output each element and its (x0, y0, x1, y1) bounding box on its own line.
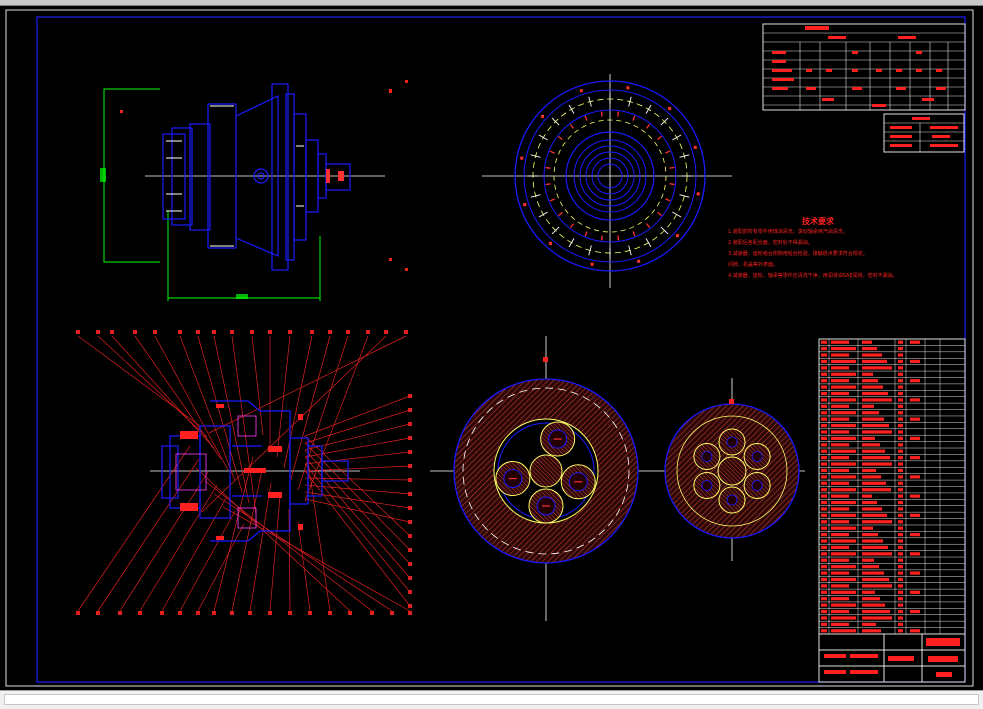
technical-notes: 1.装配前所有零件用煤油清洗，滚动轴承用汽油清洗。 2.装配后各配合面，密封处不… (728, 227, 918, 282)
parts-list-table (818, 338, 966, 635)
technical-note-item: 4.减速器、齿轮、轴承等零件应清洗干净，用润滑油SAE润滑，密封不漏油。 (728, 273, 898, 279)
horizontal-scrollbar[interactable] (0, 690, 983, 709)
drawing-viewport[interactable]: 技术要求 1.装配前所有零件用煤油清洗，滚动轴承用汽油清洗。 2.装配后各配合面… (0, 6, 983, 690)
title-block (818, 633, 966, 683)
planet-stage-2-section[interactable] (660, 378, 805, 561)
front-circular-view[interactable] (482, 74, 732, 288)
parameter-table (762, 23, 966, 111)
planet-stage-1-section[interactable] (430, 336, 660, 621)
technical-note-item: 间隙、机盖等外表面。 (728, 262, 779, 268)
section-assembly-view[interactable] (76, 330, 412, 615)
side-view[interactable] (100, 80, 408, 301)
technical-note-item: 2.装配后各配合面，密封处不得漏油。 (728, 240, 813, 246)
technical-note-item: 3.减速器、齿轮啮合侧隙用铅丝检验，接触斑点要求符合规定。 (728, 251, 868, 257)
technical-note-item: 1.装配前所有零件用煤油清洗，滚动轴承用汽油清洗。 (728, 229, 848, 235)
drawing-frame (5, 9, 974, 687)
performance-table (883, 113, 965, 153)
technical-notes-title: 技术要求 (802, 217, 834, 226)
scrollbar-thumb[interactable] (4, 694, 979, 705)
drawing-canvas[interactable] (0, 6, 983, 690)
